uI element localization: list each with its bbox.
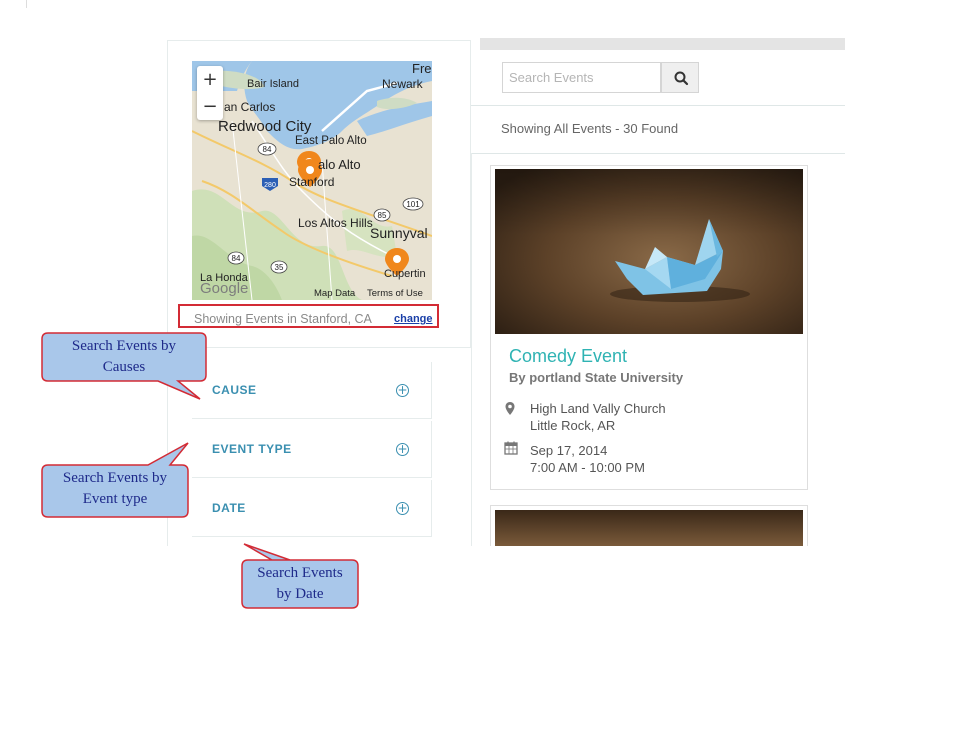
map-label: Fre: [412, 61, 432, 76]
svg-text:35: 35: [275, 263, 284, 272]
map-label: alo Alto: [318, 157, 361, 172]
calendar-icon: [504, 441, 518, 455]
filter-label: CAUSE: [212, 383, 257, 397]
map-label: Cupertin: [384, 268, 426, 280]
plus-circle-icon[interactable]: +: [396, 443, 409, 456]
callout-line: by Date: [276, 586, 324, 602]
map-pin-icon: [505, 402, 515, 415]
magnifier-icon: [674, 71, 689, 86]
callout-event-type: Search Events by Event type: [40, 441, 192, 519]
filter-cause[interactable]: CAUSE +: [192, 362, 432, 419]
filter-event-type[interactable]: EVENT TYPE +: [192, 421, 432, 478]
event-datetime: Sep 17, 2014 7:00 AM - 10:00 PM: [530, 442, 645, 476]
map-label: an Carlos: [224, 100, 276, 114]
location-text: Showing Events in Stanford, CA: [194, 312, 372, 326]
callout-date: Search Events by Date: [240, 542, 360, 610]
search-input[interactable]: Search Events: [502, 62, 661, 93]
venue-line: High Land Vally Church: [530, 401, 666, 416]
callout-line: Search Events by: [62, 470, 168, 486]
divider: [471, 153, 472, 546]
map-label: Newark: [382, 77, 423, 91]
event-organizer: By portland State University: [509, 370, 684, 385]
search-button[interactable]: [661, 62, 699, 93]
divider: [471, 105, 845, 106]
event-title[interactable]: Comedy Event: [509, 346, 627, 367]
event-time: 7:00 AM - 10:00 PM: [530, 460, 645, 475]
map-zoom-control: + −: [197, 66, 223, 120]
event-image[interactable]: [495, 510, 803, 546]
svg-text:84: 84: [263, 145, 272, 154]
venue-line: Little Rock, AR: [530, 418, 616, 433]
svg-text:101: 101: [406, 200, 420, 209]
event-venue: High Land Vally Church Little Rock, AR: [530, 400, 666, 434]
filter-label: EVENT TYPE: [212, 442, 292, 456]
filter-date[interactable]: DATE +: [192, 480, 432, 537]
filter-label: DATE: [212, 501, 246, 515]
zoom-out-button[interactable]: −: [197, 93, 223, 120]
callout-causes: Search Events by Causes: [40, 331, 210, 403]
map-label: East Palo Alto: [295, 135, 367, 147]
map-label: Los Altos Hills: [298, 216, 373, 230]
callout-line: Search Events: [257, 565, 343, 581]
map-data-link[interactable]: Map Data: [314, 288, 355, 299]
results-summary: Showing All Events - 30 Found: [501, 121, 679, 136]
events-map[interactable]: 84 280 101 85 84 35 Bair Island Newark F…: [192, 61, 432, 300]
callout-line: Causes: [102, 359, 146, 375]
divider: [471, 153, 845, 154]
plus-circle-icon[interactable]: +: [396, 384, 409, 397]
callout-line: Search Events by: [71, 338, 177, 354]
event-image[interactable]: [495, 169, 803, 334]
divider: [167, 347, 471, 348]
svg-text:280: 280: [264, 182, 276, 189]
callout-line: Event type: [82, 491, 148, 507]
map-label: Bair Island: [247, 78, 299, 90]
map-label: Stanford: [289, 175, 335, 189]
map-label: Redwood City: [218, 118, 312, 135]
plus-circle-icon[interactable]: +: [396, 502, 409, 515]
zoom-in-button[interactable]: +: [197, 66, 223, 93]
top-bar: [480, 38, 845, 50]
change-location-link[interactable]: change: [394, 313, 433, 325]
svg-text:84: 84: [232, 254, 241, 263]
corner-mark: [26, 0, 27, 8]
terms-of-use-link[interactable]: Terms of Use: [367, 288, 423, 299]
svg-text:85: 85: [378, 211, 387, 220]
google-logo: Google: [200, 280, 249, 297]
map-label: Sunnyval: [370, 225, 428, 241]
event-date: Sep 17, 2014: [530, 443, 608, 458]
